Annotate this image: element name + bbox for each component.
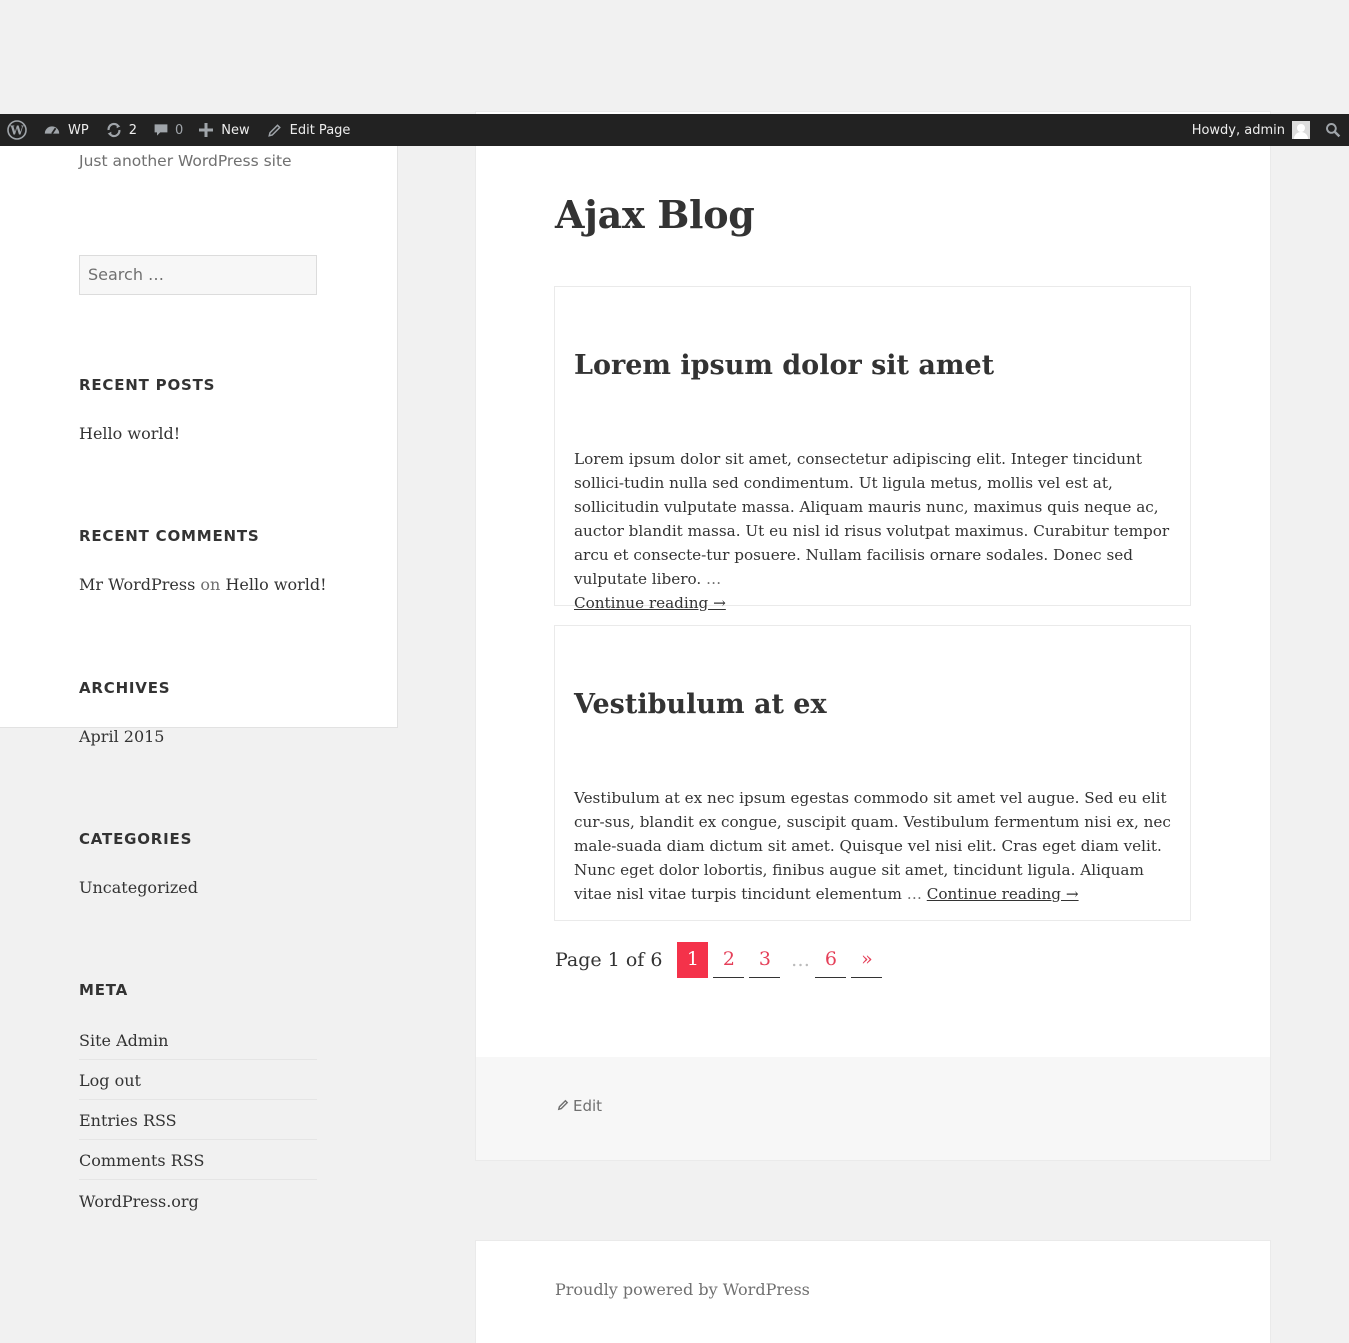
sidebar-panel	[0, 146, 398, 728]
site-name-menu[interactable]: WP	[43, 114, 89, 146]
page-ellipsis: …	[790, 948, 810, 971]
post-title-link[interactable]: Lorem ipsum dolor sit amet	[574, 350, 994, 381]
page-title: Ajax Blog	[555, 192, 755, 237]
pencil-icon	[557, 1099, 569, 1114]
meta-site-admin-link[interactable]: Site Admin	[79, 1020, 317, 1060]
post-excerpt-text: Lorem ipsum dolor sit amet, consectetur …	[574, 450, 1170, 588]
meta-entries-rss-link[interactable]: Entries RSS	[79, 1100, 317, 1140]
edit-page-menu[interactable]: Edit Page	[267, 114, 351, 146]
post-card: Lorem ipsum dolor sit amet Lorem ipsum d…	[554, 286, 1191, 612]
howdy-label: Howdy, admin	[1191, 122, 1285, 138]
categories-title: CATEGORIES	[79, 830, 193, 848]
pagination: Page 1 of 6 1 2 3 … 6 »	[555, 941, 887, 978]
new-content-menu[interactable]: New	[199, 114, 250, 146]
page-number-link[interactable]: 3	[749, 942, 781, 978]
edit-label: Edit	[573, 1097, 603, 1115]
comment-author-link[interactable]: Mr WordPress	[79, 575, 195, 594]
pencil-icon	[267, 123, 282, 138]
wordpress-logo-icon: W	[7, 120, 27, 140]
archives-title: ARCHIVES	[79, 679, 171, 697]
continue-reading-link[interactable]: Continue reading →	[574, 594, 726, 612]
post-title-link[interactable]: Vestibulum at ex	[574, 689, 827, 720]
search-icon	[1325, 122, 1341, 138]
page-number-current: 1	[677, 941, 709, 978]
comment-post-link[interactable]: Hello world!	[225, 575, 326, 594]
edit-page-label: Edit Page	[289, 122, 351, 138]
meta-comments-rss-link[interactable]: Comments RSS	[79, 1140, 317, 1180]
admin-bar: W WP 2 0 New Edit Page Howdy, admin	[0, 114, 1349, 146]
page-number-link[interactable]: 2	[713, 942, 745, 978]
edit-page-link[interactable]: Edit	[557, 1097, 602, 1115]
category-link[interactable]: Uncategorized	[79, 878, 198, 897]
new-label: New	[221, 122, 250, 138]
post-card: Vestibulum at ex Vestibulum at ex nec ip…	[554, 625, 1191, 921]
meta-logout-link[interactable]: Log out	[79, 1060, 317, 1100]
post-excerpt: Lorem ipsum dolor sit amet, consectetur …	[574, 447, 1174, 615]
recent-comments-title: RECENT COMMENTS	[79, 527, 260, 545]
updates-menu[interactable]: 2	[105, 114, 137, 146]
dashboard-icon	[43, 121, 61, 139]
plus-icon	[199, 123, 214, 137]
next-page-link[interactable]: »	[851, 942, 883, 978]
comment-bubble-icon	[153, 122, 169, 138]
powered-by-link[interactable]: Proudly powered by WordPress	[555, 1280, 810, 1299]
site-name-label: WP	[68, 122, 89, 138]
meta-wordpress-org-link[interactable]: WordPress.org	[79, 1180, 317, 1220]
excerpt-ellipsis: …	[706, 570, 722, 588]
svg-text:W: W	[9, 124, 24, 138]
recent-comment-entry: Mr WordPress on Hello world!	[79, 575, 327, 594]
my-account-menu[interactable]: Howdy, admin	[1192, 114, 1310, 146]
comment-on-text: on	[200, 575, 221, 594]
comments-menu[interactable]: 0	[153, 114, 183, 146]
site-tagline: Just another WordPress site	[79, 152, 292, 170]
meta-title: META	[79, 981, 129, 999]
post-excerpt: Vestibulum at ex nec ipsum egestas commo…	[574, 786, 1174, 906]
admin-search-toggle[interactable]	[1325, 114, 1341, 146]
continue-reading-link[interactable]: Continue reading →	[927, 885, 1079, 903]
page-info: Page 1 of 6	[555, 948, 663, 971]
recent-posts-title: RECENT POSTS	[79, 376, 216, 394]
excerpt-ellipsis: …	[906, 885, 922, 903]
updates-count: 2	[128, 122, 137, 138]
post-excerpt-text: Vestibulum at ex nec ipsum egestas commo…	[574, 789, 1171, 903]
page-number-link[interactable]: 6	[815, 942, 847, 978]
meta-list: Site Admin Log out Entries RSS Comments …	[79, 1020, 317, 1220]
recent-post-link[interactable]: Hello world!	[79, 424, 180, 443]
comments-count: 0	[174, 122, 184, 138]
wp-logo-menu[interactable]: W	[7, 114, 27, 146]
archive-link[interactable]: April 2015	[79, 727, 164, 746]
updates-icon	[105, 121, 123, 139]
avatar	[1292, 121, 1310, 139]
search-input[interactable]: Search …	[79, 255, 317, 295]
